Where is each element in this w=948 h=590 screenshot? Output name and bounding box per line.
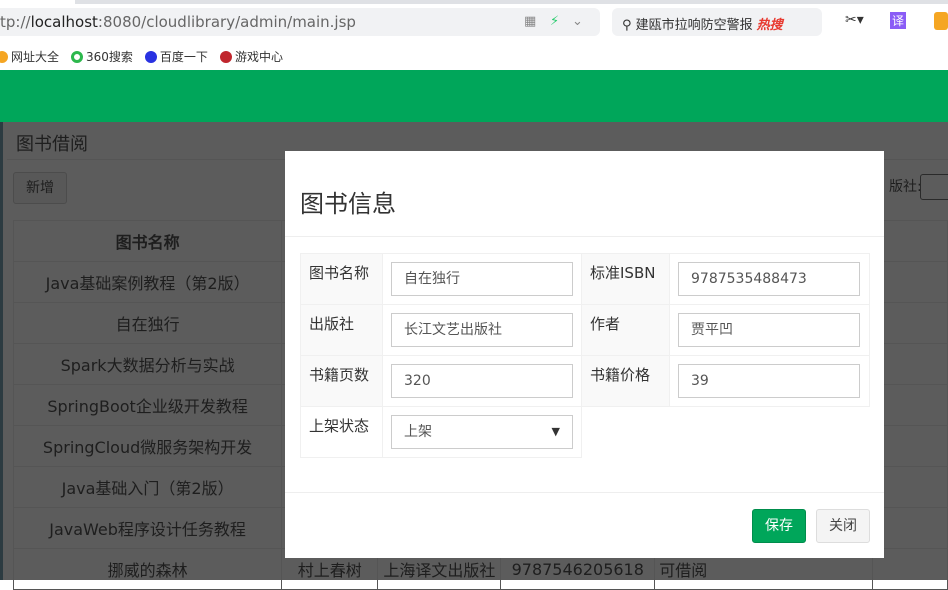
chevron-down-icon[interactable]: ⌄ bbox=[572, 14, 583, 29]
hot-search-badge: 热搜 bbox=[756, 18, 783, 33]
pages-label: 书籍页数 bbox=[300, 355, 383, 407]
close-button[interactable]: 关闭 bbox=[816, 509, 870, 543]
author-input[interactable]: 贾平凹 bbox=[678, 313, 860, 347]
baidu-paw-icon bbox=[144, 50, 157, 63]
chevron-down-icon: ▼ bbox=[551, 425, 560, 438]
press-label: 出版社 bbox=[300, 304, 383, 356]
publisher-filter-label: 版社: bbox=[889, 179, 922, 195]
author-label: 作者 bbox=[581, 304, 670, 356]
status-label: 上架状态 bbox=[300, 406, 383, 458]
search-suggestion: 建瓯市拉响防空警报 bbox=[635, 18, 753, 33]
bookmark-icon bbox=[71, 50, 84, 63]
bookmark-item[interactable]: 网址大全 bbox=[0, 48, 59, 65]
url-path: :8080/cloudlibrary/admin/main.jsp bbox=[97, 13, 356, 31]
search-icon: ⚲ bbox=[622, 18, 636, 33]
app-header bbox=[0, 70, 948, 122]
browser-search-box[interactable]: ⚲ 建瓯市拉响防空警报 热搜 bbox=[612, 8, 822, 36]
pages-input[interactable]: 320 bbox=[391, 364, 573, 398]
bookmark-item[interactable]: 百度一下 bbox=[144, 48, 208, 65]
modal-title: 图书信息 bbox=[285, 151, 884, 237]
bookmark-item[interactable]: 游戏中心 bbox=[219, 48, 283, 65]
address-bar[interactable]: tp://localhost:8080/cloudlibrary/admin/m… bbox=[0, 8, 600, 36]
isbn-input[interactable]: 9787535488473 bbox=[678, 262, 860, 296]
qr-code-icon[interactable]: ▦ bbox=[524, 14, 536, 29]
save-button[interactable]: 保存 bbox=[752, 509, 806, 543]
isbn-label: 标准ISBN bbox=[581, 253, 670, 305]
tab-strip bbox=[75, 0, 948, 4]
scissors-icon[interactable]: ✂▾ bbox=[845, 12, 864, 28]
status-select[interactable]: 上架 ▼ bbox=[391, 415, 573, 449]
publisher-filter-input[interactable] bbox=[920, 174, 948, 200]
lightning-icon[interactable]: ⚡ bbox=[550, 14, 559, 29]
book-form: 图书名称 自在独行 标准ISBN 9787535488473 出版社 长江文艺出… bbox=[300, 253, 870, 458]
price-label: 书籍价格 bbox=[581, 355, 670, 407]
game-icon bbox=[219, 50, 232, 63]
translate-icon[interactable]: 译 bbox=[890, 12, 907, 29]
bookmark-item[interactable]: 360搜索 bbox=[71, 48, 133, 65]
url-prefix: tp:// bbox=[0, 13, 31, 31]
bookmarks-bar: 网址大全 360搜索 百度一下 游戏中心 bbox=[0, 44, 283, 68]
new-button[interactable]: 新增 bbox=[13, 172, 67, 204]
press-input[interactable]: 长江文艺出版社 bbox=[391, 313, 573, 347]
price-input[interactable]: 39 bbox=[678, 364, 860, 398]
book-info-modal: 图书信息 图书名称 自在独行 标准ISBN 9787535488473 出版社 … bbox=[285, 151, 884, 558]
bookmark-icon bbox=[0, 50, 8, 63]
name-label: 图书名称 bbox=[300, 253, 383, 305]
url-host: localhost bbox=[30, 13, 98, 31]
name-input[interactable]: 自在独行 bbox=[391, 262, 573, 296]
shield-icon[interactable] bbox=[934, 12, 948, 30]
